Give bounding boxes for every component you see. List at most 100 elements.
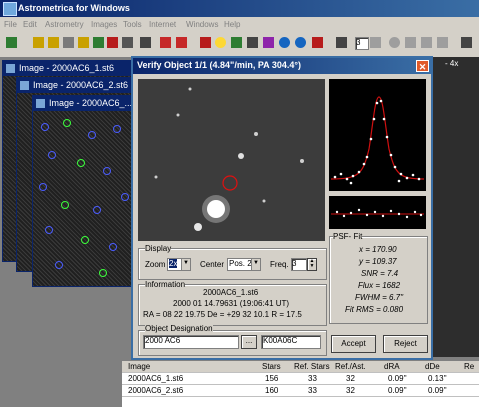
app-titlebar[interactable]: Astrometrica for Windows	[0, 0, 479, 17]
edit-icon[interactable]	[263, 37, 274, 48]
table-row[interactable]: 2000AC6_2.st6 160 33 32 0.09'' 0.09''	[122, 385, 479, 397]
right-window-caption: - 4x	[445, 59, 459, 68]
blink-icon[interactable]	[336, 37, 347, 48]
cell-ref-ast: 32	[346, 386, 355, 395]
star-marker[interactable]	[55, 261, 63, 269]
star-marker[interactable]	[121, 193, 129, 201]
accept-button[interactable]: Accept	[331, 335, 376, 353]
col-dra[interactable]: dRA	[384, 362, 400, 371]
grid-icon[interactable]	[247, 37, 258, 48]
col-ref-stars[interactable]: Ref. Stars	[294, 362, 330, 371]
play-icon[interactable]	[421, 37, 432, 48]
close-icon[interactable]: ✕	[416, 60, 429, 72]
chevron-down-icon[interactable]: ▼	[181, 259, 190, 270]
star-marker[interactable]	[45, 226, 53, 234]
open-images-icon[interactable]	[48, 37, 59, 48]
star-marker[interactable]	[93, 206, 101, 214]
dialog-titlebar[interactable]: Verify Object 1/1 (4.84"/min, PA 304.4°)…	[133, 58, 431, 74]
menu-tools[interactable]: Tools	[123, 20, 142, 29]
freq-field[interactable]: 3	[291, 258, 307, 271]
image-window-icon	[6, 64, 15, 73]
image-window-2-titlebar[interactable]: Image - 2000AC6_2.st6	[17, 78, 135, 93]
record-icon[interactable]	[389, 37, 400, 48]
chevron-down-icon[interactable]: ▼	[251, 259, 260, 270]
menu-help[interactable]: Help	[224, 20, 240, 29]
image-window-right[interactable]: - 4x	[433, 57, 479, 357]
flag-icon[interactable]	[200, 37, 211, 48]
spin-arrows-icon[interactable]	[370, 37, 381, 48]
cell-ref-ast: 32	[346, 374, 355, 383]
star-marker[interactable]	[41, 123, 49, 131]
cell-image: 2000AC6_2.st6	[128, 386, 184, 395]
center-label: Center	[200, 260, 225, 269]
image-window-3-canvas[interactable]	[33, 111, 137, 286]
browse-button[interactable]: ...	[241, 335, 257, 349]
expand-icon[interactable]	[461, 37, 472, 48]
menu-edit[interactable]: Edit	[23, 20, 37, 29]
menu-images[interactable]: Images	[91, 20, 117, 29]
clear-icon[interactable]	[176, 37, 187, 48]
star-marker[interactable]	[113, 125, 121, 133]
reference-star-marker[interactable]	[99, 269, 107, 277]
freq-value: 3	[292, 259, 297, 268]
menu-file[interactable]: File	[4, 20, 17, 29]
star-marker[interactable]	[39, 183, 47, 191]
stop-icon[interactable]	[160, 37, 171, 48]
designation-input[interactable]: 2000 AC6	[143, 335, 239, 349]
image-icon[interactable]	[63, 37, 74, 48]
col-stars[interactable]: Stars	[262, 362, 281, 371]
image-window-1-titlebar[interactable]: Image - 2000AC6_1.st6	[3, 61, 133, 76]
information-group-label: Information	[145, 280, 186, 289]
connect-icon[interactable]	[6, 37, 17, 48]
star-marker[interactable]	[103, 167, 111, 175]
preview-stars	[138, 79, 325, 241]
star-marker[interactable]	[109, 243, 117, 251]
zoom-in-icon[interactable]	[279, 37, 290, 48]
col-ref-ast[interactable]: Ref./Ast.	[335, 362, 366, 371]
object-preview-image[interactable]	[138, 79, 325, 241]
star-marker[interactable]	[88, 131, 96, 139]
image-window-3[interactable]: Image - 2000AC6_...	[32, 95, 138, 287]
target-icon[interactable]	[231, 37, 242, 48]
reference-star-marker[interactable]	[61, 201, 69, 209]
image-window-1-title: Image - 2000AC6_1.st6	[19, 63, 115, 73]
plus-icon[interactable]	[93, 37, 104, 48]
fast-forward-icon[interactable]	[437, 37, 448, 48]
col-dde[interactable]: dDe	[425, 362, 440, 371]
reference-folder-icon[interactable]	[78, 37, 89, 48]
reference-star-marker[interactable]	[77, 159, 85, 167]
freq-spinner[interactable]: ▲ ▼	[307, 258, 317, 271]
reference-star-marker[interactable]	[63, 119, 71, 127]
menu-internet[interactable]: Internet	[149, 20, 176, 29]
accept-label: Accept	[341, 339, 366, 348]
star-icon[interactable]	[215, 37, 226, 48]
red-grid-icon[interactable]	[107, 37, 118, 48]
table-header-row: Image Stars Ref. Stars Ref./Ast. dRA dDe…	[122, 361, 479, 373]
table-row[interactable]: 2000AC6_1.st6 156 33 32 0.09'' 0.13''	[122, 373, 479, 385]
reject-button[interactable]: Reject	[383, 335, 428, 353]
zoom-select[interactable]: 2x ▼	[167, 258, 191, 271]
play-back-icon[interactable]	[405, 37, 416, 48]
psf-flux: Flux = 1682	[358, 281, 401, 290]
cell-stars: 156	[265, 374, 279, 383]
psf-x: x = 170.90	[359, 245, 397, 254]
reference-star-marker[interactable]	[81, 236, 89, 244]
center-select[interactable]: Pos. 2 ▼	[227, 258, 261, 271]
image-window-3-titlebar[interactable]: Image - 2000AC6_...	[33, 96, 137, 111]
col-image[interactable]: Image	[128, 362, 150, 371]
packed-designation-field[interactable]: K00A06C	[261, 335, 321, 349]
psf-fwhm: FWHM = 6.7''	[355, 293, 404, 302]
blink-spin-field[interactable]: 3	[355, 37, 369, 50]
dice-icon[interactable]	[312, 37, 323, 48]
star-marker[interactable]	[48, 151, 56, 159]
info-datetime: 2000 01 14.79631 (19:06:41 UT)	[173, 299, 290, 308]
menu-astrometry[interactable]: Astrometry	[45, 20, 84, 29]
menu-windows[interactable]: Windows	[186, 20, 218, 29]
open-folder-icon[interactable]	[33, 37, 44, 48]
cell-dra: 0.09''	[388, 386, 407, 395]
zoom-out-icon[interactable]	[295, 37, 306, 48]
settings-icon[interactable]	[122, 37, 133, 48]
windows-icon[interactable]	[140, 37, 151, 48]
col-re[interactable]: Re	[464, 362, 474, 371]
blink-spin-value: 3	[356, 38, 361, 47]
